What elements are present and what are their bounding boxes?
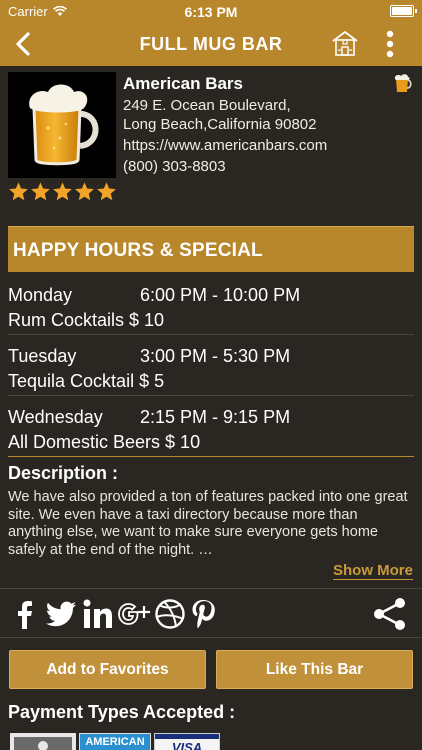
beer-mug-icon xyxy=(394,74,412,92)
phone-link[interactable]: (800) 303-8803 xyxy=(123,158,226,175)
battery-icon xyxy=(390,5,417,17)
star-icon xyxy=(97,182,116,201)
bar-image xyxy=(8,72,116,178)
visa-card-icon: VISA xyxy=(154,733,220,750)
bar-category: American Bars xyxy=(123,74,244,93)
happy-hour-time: 6:00 PM - 10:00 PM xyxy=(140,285,301,305)
visa-label: VISA xyxy=(171,740,203,750)
happy-hour-day: Tuesday xyxy=(8,346,77,366)
share-icon[interactable] xyxy=(370,597,410,631)
social-share-bar xyxy=(0,588,422,638)
address-line-2: Long Beach,California 90802 xyxy=(123,116,317,133)
description-text: We have also provided a ton of features … xyxy=(8,489,408,558)
address-line-1: 249 E. Ocean Boulevard, xyxy=(123,97,291,114)
happy-hour-special: Rum Cocktails $ 10 xyxy=(8,310,165,330)
add-to-favorites-button[interactable]: Add to Favorites xyxy=(9,650,206,689)
pinterest-icon[interactable] xyxy=(190,597,216,631)
rating-stars xyxy=(8,181,117,202)
home-icon[interactable] xyxy=(330,28,360,58)
happy-hours-header: HAPPY HOURS & SPECIAL xyxy=(8,226,414,272)
list-item: Wednesday 2:15 PM - 9:15 PM All Domestic… xyxy=(8,407,414,463)
amex-label: AMERICAN xyxy=(85,736,145,748)
divider xyxy=(8,395,414,396)
facebook-icon[interactable] xyxy=(14,597,36,631)
beer-mug-icon xyxy=(29,84,99,166)
description-title: Description : xyxy=(8,463,119,483)
divider xyxy=(8,456,414,457)
twitter-icon[interactable] xyxy=(44,597,78,631)
star-icon xyxy=(31,182,50,201)
list-item: Monday 6:00 PM - 10:00 PM Rum Cocktails … xyxy=(8,285,414,341)
happy-hour-day: Monday xyxy=(8,285,73,305)
cash-card-icon xyxy=(10,733,76,750)
like-this-bar-button[interactable]: Like This Bar xyxy=(216,650,413,689)
visa-band xyxy=(155,734,219,739)
nav-bar: FULL MUG BAR xyxy=(0,22,422,66)
star-icon xyxy=(53,182,72,201)
payment-types-title: Payment Types Accepted : xyxy=(8,702,236,722)
list-item: Tuesday 3:00 PM - 5:30 PM Tequila Cockta… xyxy=(8,346,414,402)
show-more-link[interactable]: Show More xyxy=(332,562,413,580)
happy-hour-time: 2:15 PM - 9:15 PM xyxy=(140,407,291,427)
happy-hours-title: HAPPY HOURS & SPECIAL xyxy=(13,240,263,261)
clock: 6:13 PM xyxy=(184,4,238,20)
star-icon xyxy=(9,182,28,201)
happy-hour-time: 3:00 PM - 5:30 PM xyxy=(140,346,291,366)
website-link[interactable]: https://www.americanbars.com xyxy=(123,137,327,154)
linkedin-icon[interactable] xyxy=(82,597,114,631)
happy-hour-special: All Domestic Beers $ 10 xyxy=(8,432,201,452)
more-vertical-icon[interactable] xyxy=(378,28,402,60)
dribbble-icon[interactable] xyxy=(154,597,186,631)
star-icon xyxy=(75,182,94,201)
amex-card-icon: AMERICAN xyxy=(79,733,151,750)
google-plus-icon[interactable] xyxy=(118,597,150,631)
happy-hour-day: Wednesday xyxy=(8,407,103,427)
divider xyxy=(8,334,414,335)
happy-hour-special: Tequila Cocktail $ 5 xyxy=(8,371,165,391)
status-bar: Carrier 6:13 PM xyxy=(0,0,422,22)
